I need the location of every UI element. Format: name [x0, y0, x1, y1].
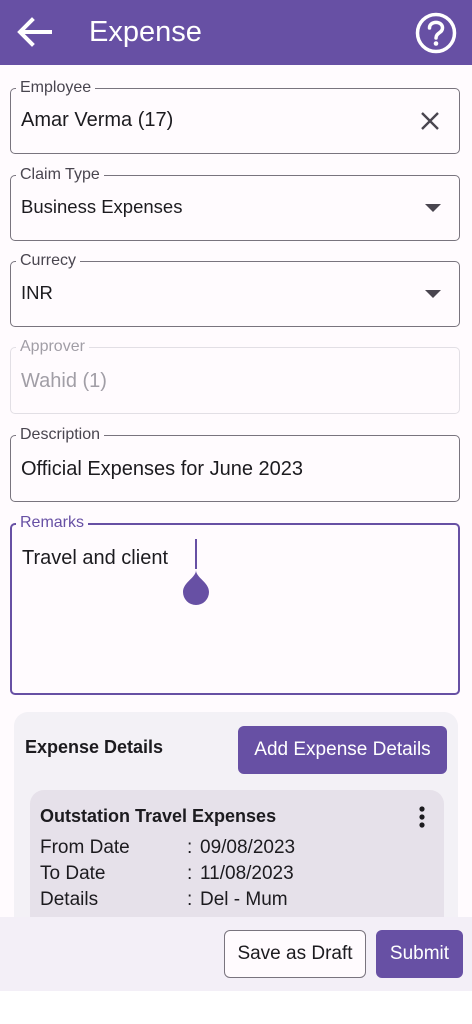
detail-separator: :	[187, 863, 193, 884]
description-field[interactable]: Description Official Expenses for June 2…	[10, 425, 460, 502]
detail-key: From Date	[40, 837, 130, 858]
app-bar: Expense	[0, 0, 472, 65]
save-as-draft-button[interactable]: Save as Draft	[224, 930, 366, 978]
claim-type-dropdown[interactable]: Claim Type Business Expenses	[10, 165, 460, 241]
text-cursor-handle[interactable]	[182, 568, 210, 608]
detail-key: Details	[40, 889, 99, 910]
description-label: Description	[16, 425, 105, 445]
expense-item-title: Outstation Travel Expenses	[40, 806, 277, 826]
detail-value: Del - Mum	[200, 889, 288, 910]
submit-button[interactable]: Submit	[376, 930, 463, 978]
currency-dropdown[interactable]: Currecy INR	[10, 251, 460, 327]
add-expense-details-button[interactable]: Add Expense Details	[238, 726, 447, 774]
page-title: Expense	[89, 16, 202, 48]
employee-field[interactable]: Employee Amar Verma (17)	[10, 78, 460, 154]
approver-label: Approver	[16, 337, 89, 357]
claim-type-label: Claim Type	[16, 165, 104, 185]
text-cursor	[195, 539, 197, 569]
claim-type-value: Business Expenses	[21, 196, 183, 217]
dropdown-arrow-icon[interactable]	[425, 204, 441, 212]
expense-details-title: Expense Details	[25, 737, 164, 757]
close-icon[interactable]	[419, 110, 441, 132]
approver-field: Approver Wahid (1)	[10, 337, 460, 414]
currency-label: Currecy	[16, 251, 81, 271]
employee-label: Employee	[16, 78, 96, 98]
bottom-action-bar: Save as Draft Submit	[0, 917, 472, 991]
help-circle-icon[interactable]	[414, 11, 458, 55]
remarks-label: Remarks	[16, 513, 89, 533]
approver-value: Wahid (1)	[21, 370, 107, 392]
employee-value: Amar Verma (17)	[21, 109, 174, 131]
remarks-textarea[interactable]: Remarks Travel and client	[10, 513, 460, 695]
detail-separator: :	[187, 837, 193, 858]
description-value: Official Expenses for June 2023	[21, 458, 304, 480]
arrow-back-icon[interactable]	[14, 14, 54, 50]
remarks-value: Travel and client	[22, 547, 168, 569]
detail-key: To Date	[40, 863, 106, 884]
currency-value: INR	[21, 282, 53, 303]
dropdown-arrow-icon[interactable]	[425, 290, 441, 298]
detail-value: 11/08/2023	[200, 863, 294, 884]
detail-separator: :	[187, 889, 193, 910]
expense-item-card[interactable]: Outstation Travel Expenses From Date : 0…	[30, 790, 444, 917]
form-content[interactable]: Employee Amar Verma (17) Claim Type Busi…	[0, 65, 472, 917]
expense-details-card: Expense Details Add Expense Details Outs…	[14, 712, 458, 917]
detail-value: 09/08/2023	[200, 837, 296, 858]
bottom-spacer	[0, 991, 472, 1024]
more-vertical-icon[interactable]	[418, 806, 426, 828]
